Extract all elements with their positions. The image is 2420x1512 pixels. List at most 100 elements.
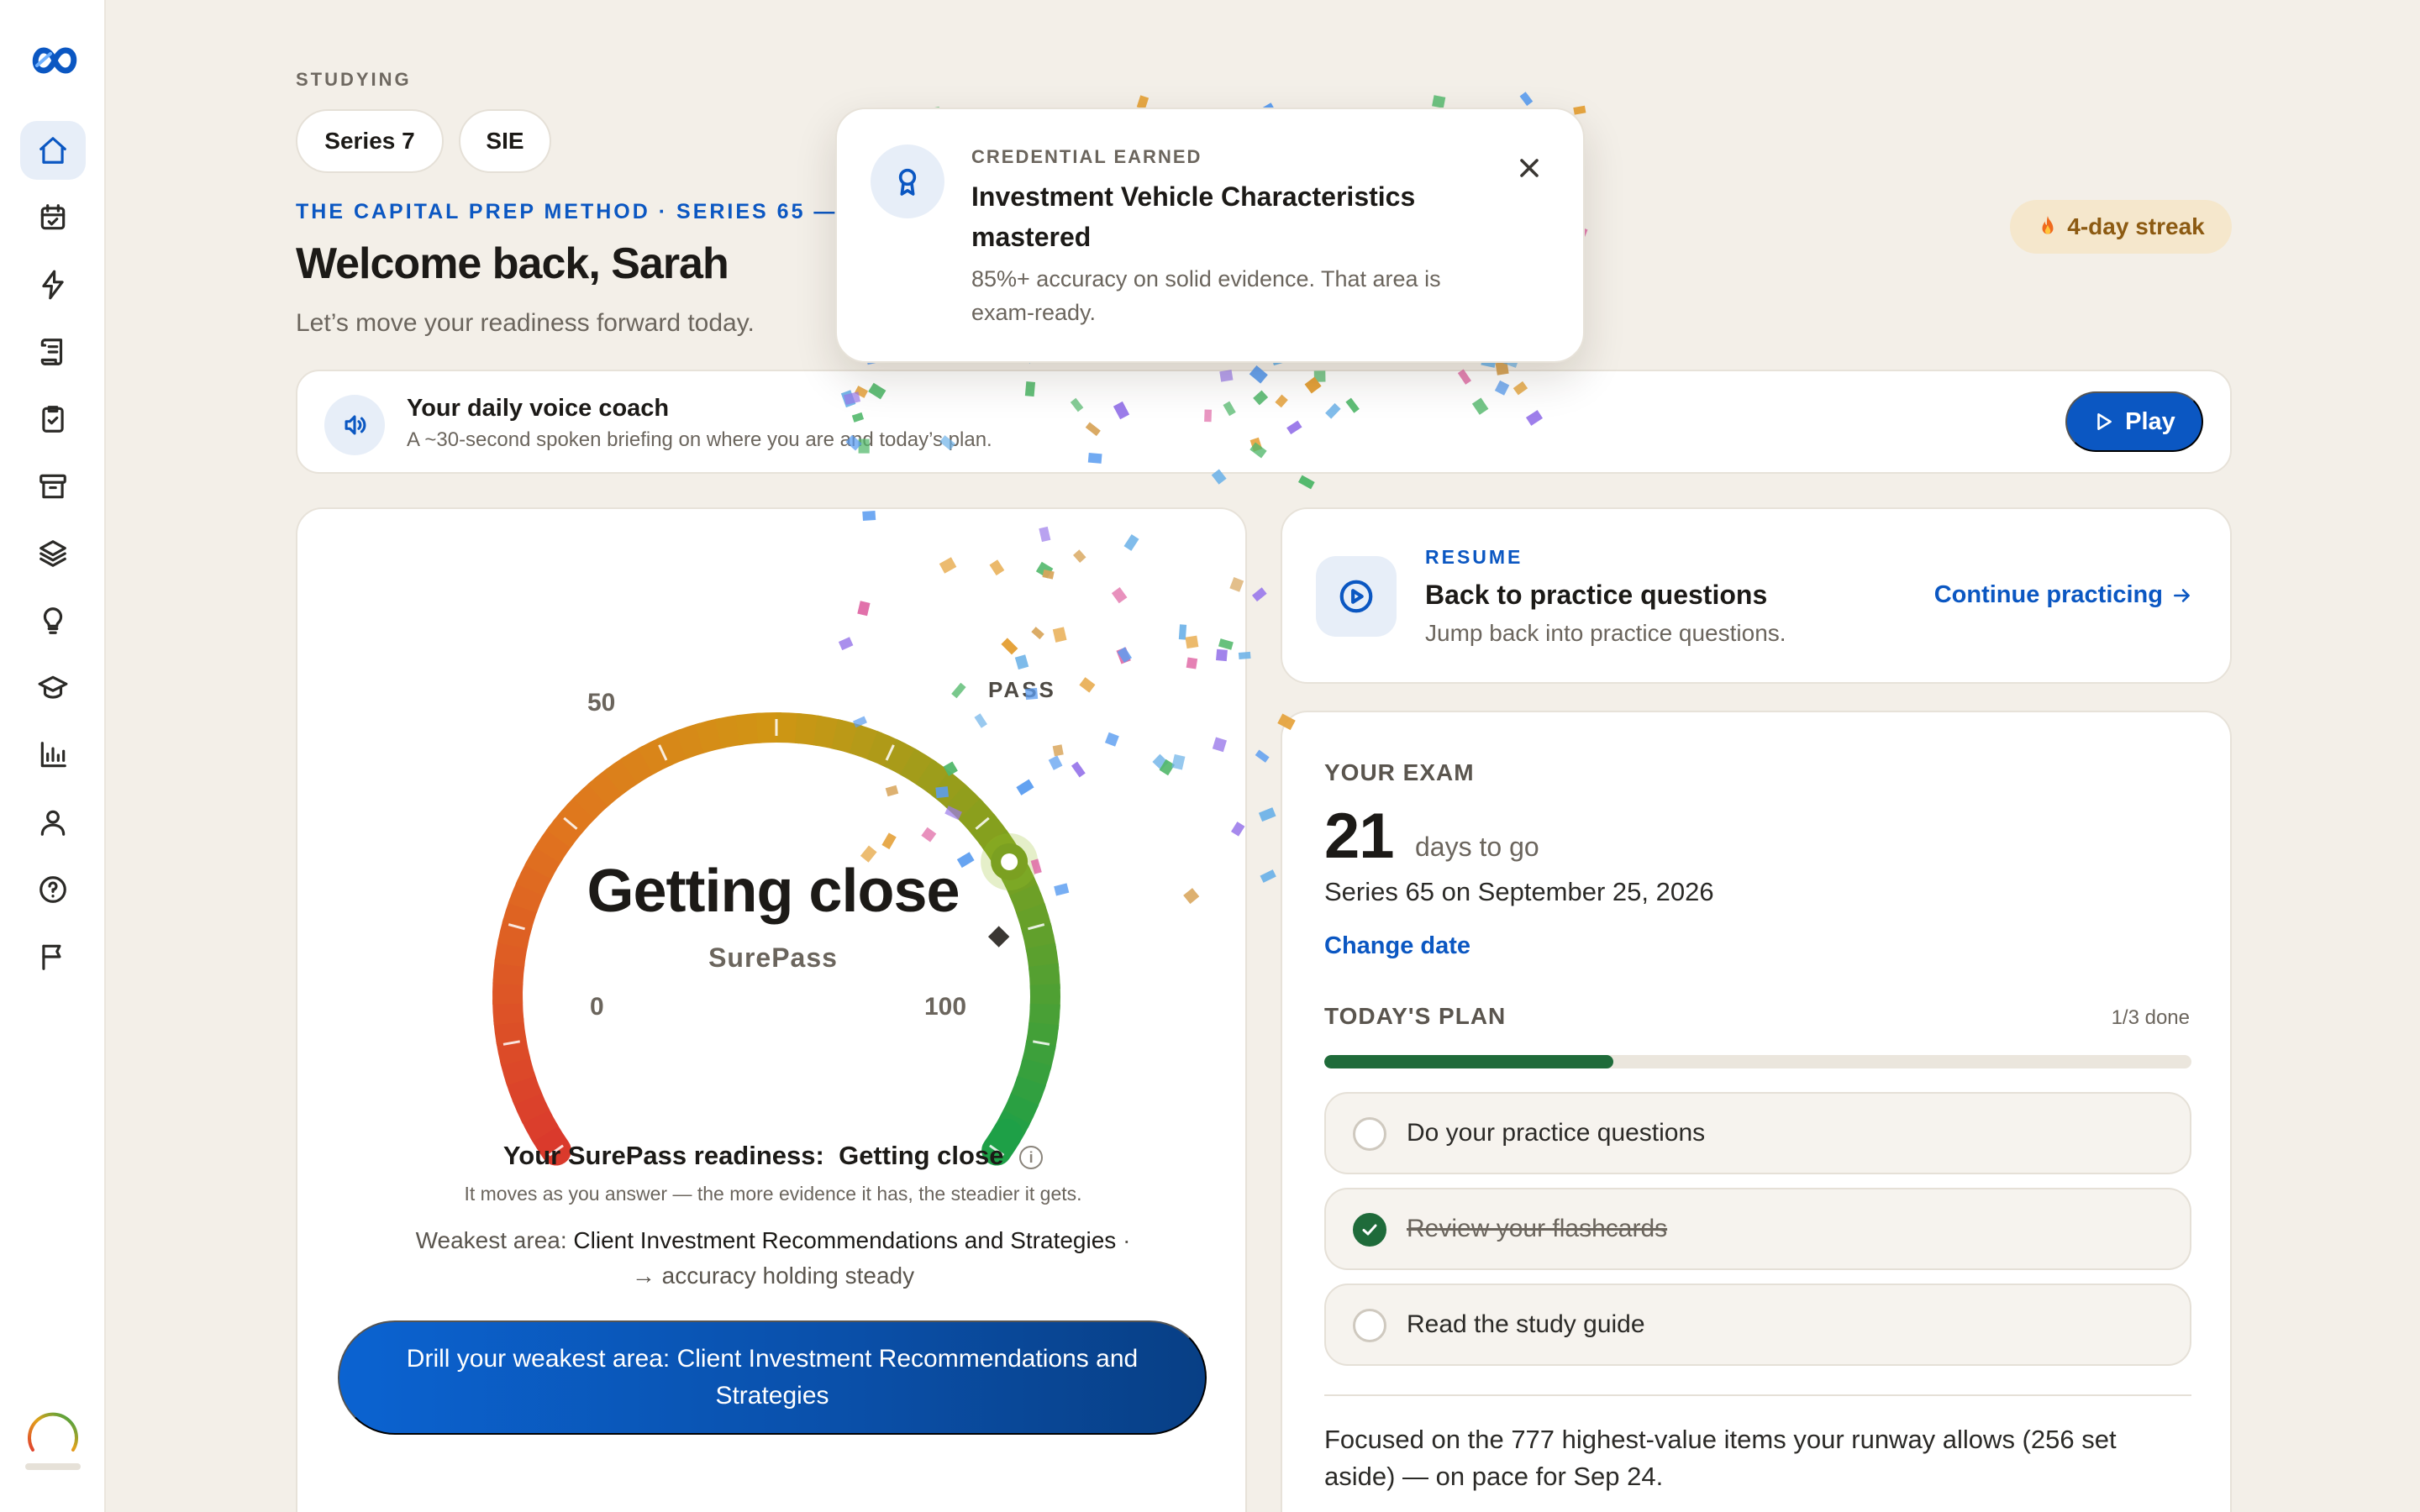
- weakest-area-name: Client Investment Recommendations and St…: [573, 1227, 1117, 1253]
- task-checkbox-checked[interactable]: [1353, 1213, 1386, 1247]
- play-circle-icon-wrap: [1316, 556, 1397, 637]
- clipboard-check-icon: [42, 406, 64, 433]
- gauge-status: Getting close: [587, 858, 960, 925]
- sidebar: [0, 0, 106, 1512]
- exam-pill-sie[interactable]: SIE: [459, 109, 551, 173]
- play-circle-icon: [1339, 580, 1373, 613]
- readiness-summary: Your SurePass readiness: Getting close i: [297, 1141, 1249, 1171]
- archive-icon: [39, 474, 66, 499]
- continue-practicing-label: Continue practicing: [1933, 581, 2163, 608]
- confetti-piece: [1432, 95, 1446, 108]
- confetti-piece: [1573, 105, 1586, 115]
- streak-label: 4-day streak: [2067, 213, 2205, 239]
- sidebar-item-analytics[interactable]: [20, 726, 86, 785]
- voice-coach-title: Your daily voice coach: [407, 395, 670, 422]
- info-icon[interactable]: i: [1019, 1145, 1044, 1169]
- scroll-icon: [40, 339, 63, 365]
- days-to-go-number: 21: [1324, 801, 1395, 872]
- page-title: Welcome back, Sarah: [296, 239, 729, 288]
- sidebar-item-help[interactable]: [20, 860, 86, 919]
- voice-coach-card: Your daily voice coach A ~30-second spok…: [296, 370, 2232, 474]
- confetti-piece: [1255, 749, 1270, 763]
- layers-icon: [39, 540, 66, 567]
- sidebar-item-tips[interactable]: [20, 591, 86, 650]
- help-circle-icon: [39, 876, 66, 903]
- sidebar-item-profile[interactable]: [20, 793, 86, 852]
- resume-card[interactable]: RESUME Back to practice questions Jump b…: [1281, 507, 2232, 684]
- sidebar-item-drills[interactable]: [20, 255, 86, 314]
- gauge-tick-100: 100: [924, 993, 967, 1021]
- weakest-area-prefix: Weakest area:: [415, 1227, 567, 1253]
- infinity-logo[interactable]: [29, 44, 81, 77]
- gauge-tick-50: 50: [587, 689, 616, 717]
- sidebar-item-practice-tests[interactable]: [20, 390, 86, 449]
- plan-task-study-guide[interactable]: Read the study guide: [1324, 1284, 2191, 1366]
- exam-label: YOUR EXAM: [1324, 759, 1475, 785]
- speaker-icon-wrap: [324, 395, 385, 455]
- resume-label: RESUME: [1425, 546, 1523, 568]
- readiness-card: 50 0 100 PASS Getting close SurePass You…: [296, 507, 1247, 1512]
- speaker-icon: [345, 415, 366, 435]
- toast-label: CREDENTIAL EARNED: [971, 146, 1202, 167]
- play-icon: [2097, 413, 2112, 430]
- plan-task-practice[interactable]: Do your practice questions: [1324, 1092, 2191, 1174]
- profile-progress-bar: [25, 1463, 81, 1470]
- play-button-label: Play: [2125, 407, 2175, 435]
- gauge-brand: SurePass: [708, 942, 838, 973]
- task-label: Review your flashcards: [1407, 1215, 1668, 1242]
- resume-subtitle: Jump back into practice questions.: [1425, 620, 1786, 646]
- gauge-pass-label: PASS: [988, 677, 1056, 702]
- plan-task-flashcards[interactable]: Review your flashcards: [1324, 1188, 2191, 1270]
- home-icon: [39, 137, 66, 164]
- arrow-right-icon: [2174, 588, 2190, 602]
- toast-close-button[interactable]: [1514, 153, 1544, 183]
- confetti-piece: [1260, 869, 1276, 883]
- check-icon: [1362, 1224, 1377, 1236]
- resume-title: Back to practice questions: [1425, 580, 1768, 610]
- sidebar-item-home[interactable]: [20, 121, 86, 180]
- confetti-piece: [1251, 587, 1267, 602]
- gauge-tick-0: 0: [590, 993, 604, 1021]
- days-to-go-label: days to go: [1415, 832, 1539, 862]
- lightning-icon: [42, 270, 64, 300]
- award-icon: [898, 168, 917, 196]
- sidebar-item-flashcards[interactable]: [20, 524, 86, 583]
- sidebar-item-archive[interactable]: [20, 457, 86, 516]
- toast-title: Investment Vehicle Characteristics maste…: [971, 181, 1416, 252]
- sidebar-item-schedule[interactable]: [20, 188, 86, 247]
- continue-practicing-link[interactable]: Continue practicing: [1934, 581, 2193, 609]
- exam-pill-series-7[interactable]: Series 7: [296, 109, 444, 173]
- task-checkbox[interactable]: [1353, 1309, 1386, 1342]
- lightbulb-icon: [43, 607, 63, 634]
- calendar-check-icon: [40, 204, 66, 230]
- sidebar-item-courses[interactable]: [20, 659, 86, 717]
- plan-progress-bar: [1324, 1055, 2191, 1068]
- exam-date: Series 65 on September 25, 2026: [1324, 877, 1714, 906]
- credential-toast: CREDENTIAL EARNED Investment Vehicle Cha…: [835, 108, 1585, 363]
- play-button[interactable]: Play: [2065, 391, 2203, 452]
- task-label: Read the study guide: [1407, 1310, 1645, 1338]
- fire-icon: [2042, 216, 2054, 234]
- close-icon: [1520, 159, 1539, 177]
- voice-coach-subtitle: A ~30-second spoken briefing on where yo…: [407, 428, 992, 451]
- todays-plan-count: 1/3 done: [2111, 1006, 2190, 1029]
- graduation-cap-icon: [38, 675, 68, 699]
- method-eyebrow: THE CAPITAL PREP METHOD · SERIES 65 —: [296, 200, 838, 223]
- weakest-area-trend: → accuracy holding steady: [631, 1263, 915, 1289]
- award-icon-wrap: [871, 144, 944, 218]
- drill-weakest-button[interactable]: Drill your weakest area: Client Investme…: [338, 1320, 1207, 1435]
- streak-badge: 4-day streak: [2010, 200, 2232, 254]
- sidebar-item-study-guide[interactable]: [20, 323, 86, 381]
- bar-chart-icon: [40, 742, 66, 768]
- todays-plan-label: TODAY'S PLAN: [1324, 1003, 1507, 1029]
- readiness-ring-avatar[interactable]: [25, 1408, 81, 1463]
- task-label: Do your practice questions: [1407, 1119, 1706, 1147]
- readiness-explanation: It moves as you answer — the more eviden…: [464, 1183, 1082, 1205]
- page-subtitle: Let’s move your readiness forward today.: [296, 309, 755, 337]
- toast-body: 85%+ accuracy on solid evidence. That ar…: [971, 266, 1441, 325]
- weakest-area-separator: ·: [1123, 1227, 1131, 1253]
- sidebar-item-report[interactable]: [20, 927, 86, 986]
- task-checkbox[interactable]: [1353, 1117, 1386, 1151]
- weakest-area: Weakest area: Client Investment Recommen…: [365, 1223, 1181, 1294]
- change-date-link[interactable]: Change date: [1324, 932, 1470, 960]
